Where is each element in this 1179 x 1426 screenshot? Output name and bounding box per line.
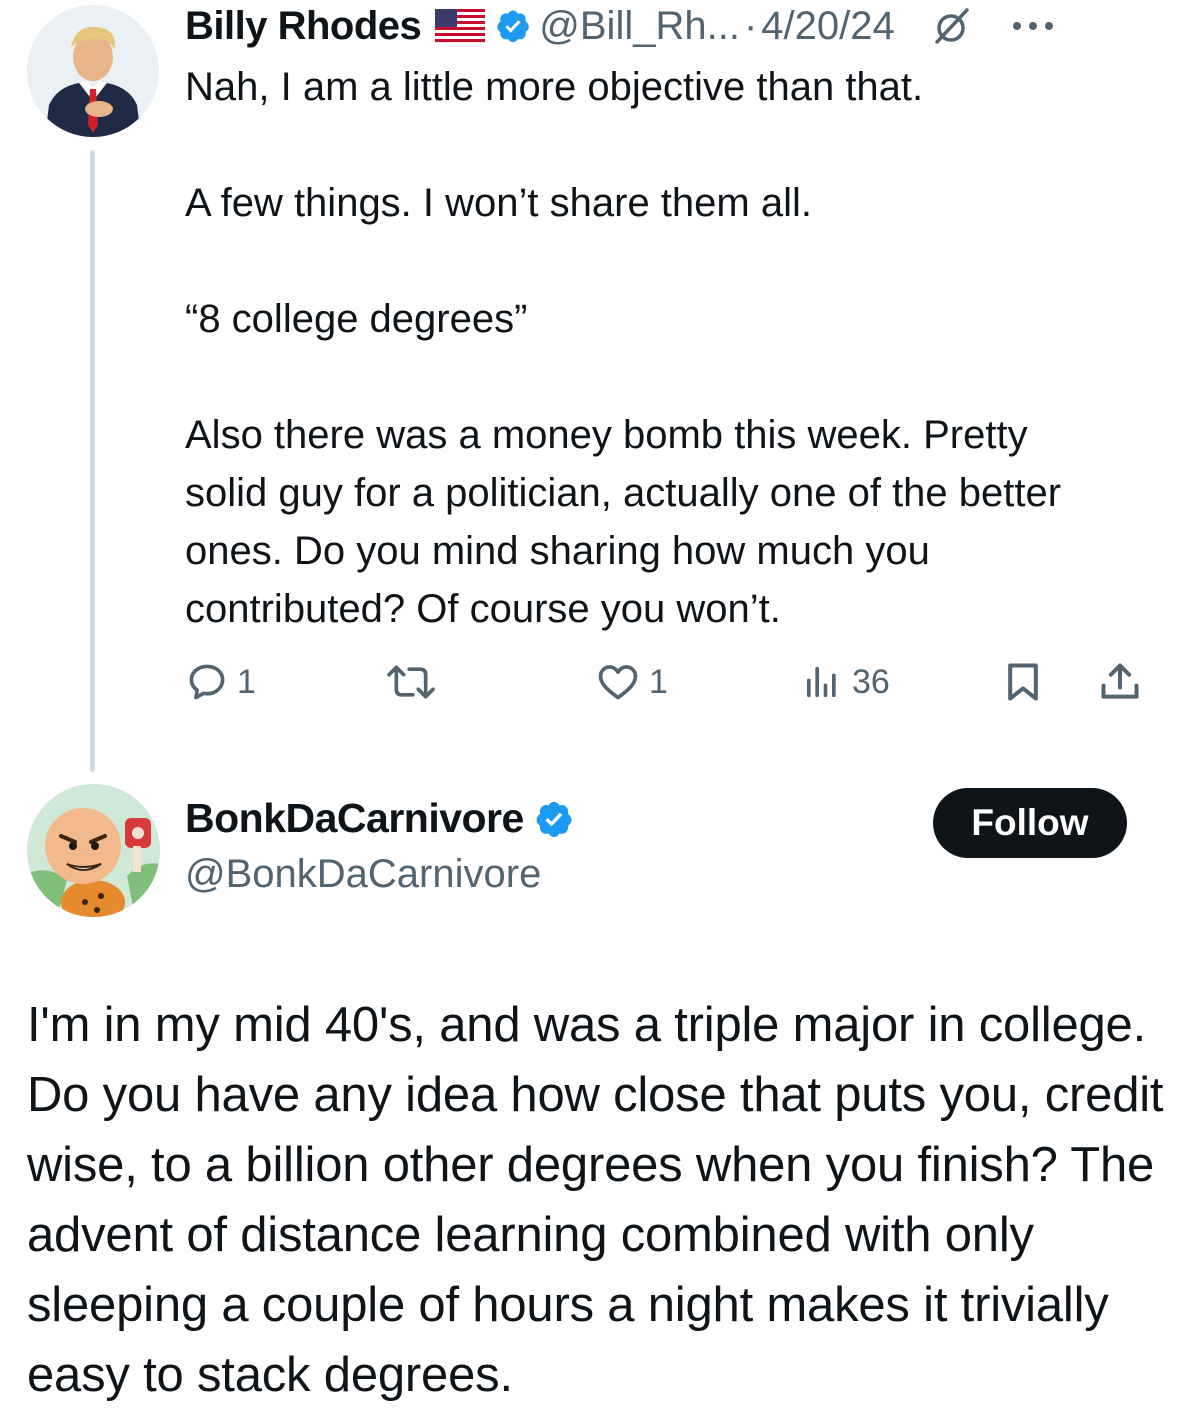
share-icon bbox=[1101, 663, 1139, 699]
reply-tweet-header: Billy Rhodes @Bill_Rh... · 4/20/24 bbox=[185, 0, 1155, 52]
bookmark-icon bbox=[1008, 663, 1038, 701]
tweet-paragraph: A few things. I won’t share them all. bbox=[185, 181, 812, 225]
reply-tweet-body: Nah, I am a little more objective than t… bbox=[185, 58, 1145, 631]
bonk-avatar[interactable] bbox=[27, 784, 160, 917]
like-button[interactable]: 1 bbox=[595, 652, 668, 712]
tweet-paragraph: “8 college degrees” bbox=[185, 297, 528, 341]
author-handle[interactable]: @Bill_Rh... bbox=[539, 4, 740, 49]
views-button[interactable]: 36 bbox=[800, 652, 890, 712]
like-icon bbox=[598, 665, 638, 700]
separator-dot: · bbox=[743, 3, 758, 48]
tweet-date[interactable]: 4/20/24 bbox=[761, 4, 894, 49]
views-icon bbox=[807, 667, 836, 697]
more-icon[interactable] bbox=[1011, 20, 1055, 32]
verified-badge-icon[interactable] bbox=[534, 799, 574, 839]
share-button[interactable] bbox=[1098, 652, 1142, 712]
view-count: 36 bbox=[852, 662, 890, 701]
tweet-action-bar: 1 1 36 bbox=[185, 652, 1150, 712]
tweet-paragraph: Nah, I am a little more objective than t… bbox=[185, 65, 924, 109]
billy-rhodes-avatar[interactable] bbox=[27, 5, 159, 137]
follow-button[interactable]: Follow bbox=[933, 788, 1127, 858]
main-tweet-author-row: BonkDaCarnivore bbox=[185, 795, 574, 842]
grok-icon[interactable] bbox=[931, 6, 971, 46]
main-tweet-body: I'm in my mid 40's, and was a triple maj… bbox=[27, 998, 1164, 1402]
retweet-button[interactable] bbox=[385, 652, 445, 712]
avatar-image bbox=[27, 5, 159, 137]
like-count: 1 bbox=[649, 662, 668, 701]
author-name[interactable]: Billy Rhodes bbox=[185, 4, 422, 49]
bookmark-button[interactable] bbox=[1003, 652, 1043, 712]
verified-badge-icon[interactable] bbox=[495, 8, 531, 44]
reply-button[interactable]: 1 bbox=[185, 652, 256, 712]
author-name[interactable]: BonkDaCarnivore bbox=[185, 795, 524, 842]
flag-us-icon bbox=[435, 9, 486, 43]
tweet-paragraph: Also there was a money bomb this week. P… bbox=[185, 413, 1073, 631]
author-handle[interactable]: @BonkDaCarnivore bbox=[185, 852, 541, 897]
reply-count: 1 bbox=[237, 662, 256, 701]
avatar-image bbox=[27, 784, 160, 917]
retweet-icon bbox=[387, 665, 435, 699]
thread-connector-line bbox=[90, 150, 95, 772]
reply-icon bbox=[189, 664, 225, 700]
